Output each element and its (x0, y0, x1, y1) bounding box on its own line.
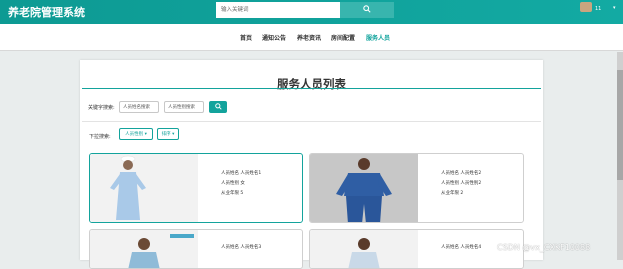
title-divider (82, 88, 541, 89)
staff-card[interactable]: 人员姓名 人员姓名4 (309, 229, 524, 269)
staff-name: 人员姓名 人员姓名1 (221, 171, 262, 176)
staff-name: 人员姓名 人员姓名2 (441, 171, 482, 176)
search-icon (363, 5, 371, 13)
staff-info: 人员姓名 人员姓名1 人员性别 女 从业年限 5 (221, 169, 261, 199)
avatar[interactable] (580, 2, 592, 12)
page-title: 服务人员列表 (277, 77, 346, 91)
name-search-input[interactable] (119, 101, 159, 113)
main-nav: 首页 通知公告 养老资讯 房间配置 服务人员 (0, 24, 623, 51)
app-title: 养老院管理系统 (8, 6, 85, 19)
nav-item-rooms[interactable]: 房间配置 (331, 33, 355, 42)
staff-gender: 人员性别 女 (221, 181, 245, 186)
nav-item-notices[interactable]: 通知公告 (262, 33, 286, 42)
staff-name: 人员姓名 人员姓名3 (221, 245, 262, 250)
watermark: CSDN @vx_CXKF10088 (497, 243, 591, 252)
nurse-photo (348, 238, 380, 268)
staff-photo (90, 154, 198, 222)
nav-item-staff[interactable]: 服务人员 (366, 33, 390, 42)
top-bar: 养老院管理系统 11 ▾ (0, 0, 623, 24)
scrollbar-thumb[interactable] (617, 70, 623, 180)
staff-photo (310, 154, 418, 222)
staff-card[interactable]: 人员姓名 人员姓名3 (89, 229, 303, 269)
nav-item-home[interactable]: 首页 (240, 33, 252, 42)
staff-gender: 人员性别 人员性别2 (441, 181, 482, 186)
staff-name: 人员姓名 人员姓名4 (441, 245, 482, 250)
header-search-button[interactable] (340, 2, 394, 18)
nurse-photo (128, 234, 194, 268)
staff-photo (310, 230, 418, 268)
keyword-search-button[interactable] (209, 101, 227, 113)
staff-info: 人员姓名 人员姓名4 (441, 243, 481, 253)
content-panel: 服务人员列表 关键字搜索: 下拉搜索: 人员性别 ▾ 排序 ▾ 人员姓名 人员姓… (80, 60, 543, 269)
staff-photo (90, 230, 198, 268)
username[interactable]: 11 (595, 6, 601, 12)
staff-years: 从业年限 2 (441, 191, 464, 196)
keyword-search-label: 关键字搜索: (88, 105, 115, 111)
dropdown-search-label: 下拉搜索: (89, 134, 111, 140)
nurse-photo (110, 155, 146, 220)
staff-info: 人员姓名 人员姓名3 (221, 243, 261, 253)
staff-years: 从业年限 5 (221, 191, 244, 196)
staff-card[interactable]: 人员姓名 人员姓名1 人员性别 女 从业年限 5 (89, 153, 303, 223)
gender-filter-dropdown[interactable]: 人员性别 ▾ (119, 128, 153, 140)
worker-photo (336, 158, 392, 222)
chevron-down-icon[interactable]: ▾ (613, 5, 616, 11)
header-search (216, 2, 394, 18)
header-search-input[interactable] (216, 2, 340, 18)
sort-dropdown[interactable]: 排序 ▾ (157, 128, 179, 140)
gender-search-input[interactable] (164, 101, 204, 113)
nav-item-news[interactable]: 养老资讯 (297, 33, 321, 42)
search-icon (214, 102, 222, 110)
staff-info: 人员姓名 人员姓名2 人员性别 人员性别2 从业年限 2 (441, 169, 481, 199)
staff-card[interactable]: 人员姓名 人员姓名2 人员性别 人员性别2 从业年限 2 (309, 153, 524, 223)
filter-divider (82, 121, 541, 122)
